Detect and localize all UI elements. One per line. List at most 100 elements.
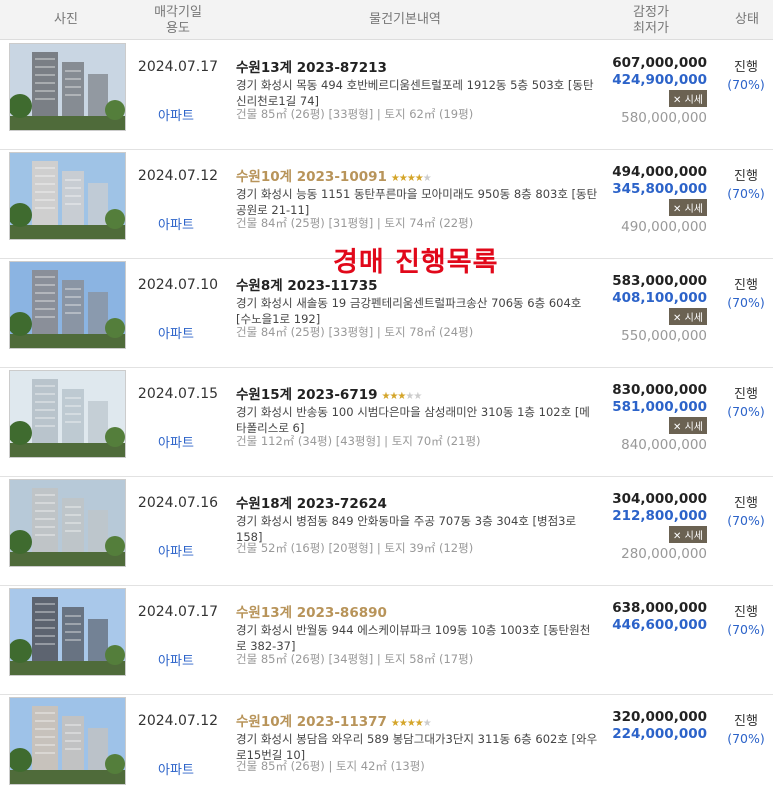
property-type-link[interactable]: 아파트 (128, 541, 224, 560)
property-photo[interactable] (9, 697, 126, 785)
status-block: 진행 (70%) (720, 168, 772, 202)
market-price-label: 시세 (684, 313, 703, 324)
case-number-link[interactable]: 수원18계 2023-72624 (236, 492, 600, 512)
minimum-price: 345,800,000 (612, 181, 707, 197)
property-info: 수원13계 2023-86890 경기 화성시 반월동 944 에스케이뷰파크 … (236, 601, 600, 654)
minimum-price: 424,900,000 (612, 72, 707, 88)
case-number-link[interactable]: 수원10계 2023-11377 ★★★★★ (236, 710, 600, 730)
property-photo[interactable] (9, 370, 126, 458)
property-address: 경기 화성시 반월동 944 에스케이뷰파크 109동 10층 1003호 [동… (236, 623, 591, 653)
property-photo[interactable] (9, 588, 126, 676)
property-address: 경기 화성시 새솔동 19 금강펜테리움센트럴파크송산 706동 6층 604호… (236, 296, 582, 326)
appraisal-price: 638,000,000 (612, 600, 707, 616)
market-price-badge[interactable]: ✕ 시세 (669, 90, 707, 107)
case-number[interactable]: 수원13계 2023-86890 (236, 605, 387, 621)
status-label: 진행 (734, 714, 758, 729)
price-block: 320,000,000 224,000,000 (605, 709, 707, 742)
case-number[interactable]: 수원18계 2023-72624 (236, 496, 387, 512)
table-row[interactable]: 2024.07.17 아파트 수원13계 2023-86890 경기 화성시 반… (0, 586, 773, 695)
property-type-link[interactable]: 아파트 (128, 650, 224, 669)
property-type-link[interactable]: 아파트 (128, 214, 224, 233)
market-price-label: 시세 (684, 531, 703, 542)
status-label: 진행 (734, 60, 758, 75)
status-percent: (70%) (727, 513, 765, 528)
property-address: 경기 화성시 목동 494 호반베르디움센트럴포레 1912동 5층 503호 … (236, 78, 594, 108)
status-label: 진행 (734, 496, 758, 511)
market-price-badge[interactable]: ✕ 시세 (669, 417, 707, 434)
status-percent: (70%) (727, 186, 765, 201)
property-type-link[interactable]: 아파트 (128, 323, 224, 342)
property-info: 수원8계 2023-11735 경기 화성시 새솔동 19 금강펜테리움센트럴파… (236, 274, 600, 327)
property-info: 수원13계 2023-87213 경기 화성시 목동 494 호반베르디움센트럴… (236, 56, 600, 109)
property-photo[interactable] (9, 43, 126, 131)
case-number-link[interactable]: 수원13계 2023-87213 (236, 56, 600, 76)
table-row[interactable]: 2024.07.16 아파트 수원18계 2023-72624 경기 화성시 병… (0, 477, 773, 586)
property-type-link[interactable]: 아파트 (128, 432, 224, 451)
table-row[interactable]: 2024.07.15 아파트 수원15계 2023-6719 ★★★★★ 경기 화… (0, 368, 773, 477)
appraisal-price: 304,000,000 (612, 491, 707, 507)
property-info: 수원15계 2023-6719 ★★★★★ 경기 화성시 반송동 100 시범다은… (236, 383, 600, 436)
case-number[interactable]: 수원13계 2023-87213 (236, 60, 387, 76)
sale-date: 2024.07.15 (137, 386, 219, 402)
property-photo[interactable] (9, 152, 126, 240)
area-info: 건물 85㎡ (26평) | 토지 42㎡ (13평) (236, 759, 425, 773)
property-photo[interactable] (9, 479, 126, 567)
sale-date: 2024.07.16 (137, 495, 219, 511)
property-info: 수원10계 2023-11377 ★★★★★ 경기 화성시 봉담읍 와우리 589… (236, 710, 600, 763)
apartment-photo-icon (10, 698, 125, 784)
minimum-price: 224,000,000 (612, 726, 707, 742)
property-info: 수원18계 2023-72624 경기 화성시 병점동 849 안화동마을 주공… (236, 492, 600, 545)
header-appraisal-label: 감정가 (633, 5, 669, 20)
market-price-badge[interactable]: ✕ 시세 (669, 526, 707, 543)
appraisal-price: 830,000,000 (612, 382, 707, 398)
header-type-label: 용도 (166, 21, 190, 36)
case-number[interactable]: 수원10계 2023-10091 (236, 169, 387, 185)
market-price-badge[interactable]: ✕ 시세 (669, 308, 707, 325)
property-type-link[interactable]: 아파트 (128, 105, 224, 124)
market-price-icon: ✕ (673, 204, 682, 215)
area-info: 건물 52㎡ (16평) [20평형] | 토지 39㎡ (12평) (236, 541, 474, 555)
market-price-badge[interactable]: ✕ 시세 (669, 199, 707, 216)
status-block: 진행 (70%) (720, 277, 772, 311)
market-price: 490,000,000 (621, 219, 707, 235)
price-block: 304,000,000 212,800,000 ✕ 시세 280,000,000 (605, 491, 707, 562)
table-row[interactable]: 2024.07.17 아파트 수원13계 2023-87213 경기 화성시 목… (0, 41, 773, 150)
rating-stars-icon: ★★★★★ (390, 173, 432, 184)
minimum-price: 408,100,000 (612, 290, 707, 306)
status-block: 진행 (70%) (720, 713, 772, 747)
market-price-icon: ✕ (673, 422, 682, 433)
market-price: 580,000,000 (621, 110, 707, 126)
status-percent: (70%) (727, 77, 765, 92)
case-number-link[interactable]: 수원15계 2023-6719 ★★★★★ (236, 383, 600, 403)
case-number[interactable]: 수원8계 2023-11735 (236, 278, 378, 294)
apartment-photo-icon (10, 153, 125, 239)
status-block: 진행 (70%) (720, 386, 772, 420)
case-number-link[interactable]: 수원10계 2023-10091 ★★★★★ (236, 165, 600, 185)
property-photo[interactable] (9, 261, 126, 349)
area-info: 건물 84㎡ (25평) [33평형] | 토지 78㎡ (24평) (236, 325, 474, 339)
status-block: 진행 (70%) (720, 59, 772, 93)
sale-date: 2024.07.17 (137, 604, 219, 620)
table-header: 사진 매각기일 용도 물건기본내역 감정가 최저가 상태 (0, 0, 773, 40)
property-type-link[interactable]: 아파트 (128, 759, 224, 778)
case-number[interactable]: 수원10계 2023-11377 (236, 714, 387, 730)
market-price-icon: ✕ (673, 531, 682, 542)
market-price-label: 시세 (684, 422, 703, 433)
market-price: 550,000,000 (621, 328, 707, 344)
status-label: 진행 (734, 278, 758, 293)
price-block: 830,000,000 581,000,000 ✕ 시세 840,000,000 (605, 382, 707, 453)
header-status: 상태 (735, 12, 759, 27)
table-row[interactable]: 2024.07.12 아파트 수원10계 2023-11377 ★★★★★ 경기 … (0, 695, 773, 786)
status-percent: (70%) (727, 731, 765, 746)
header-info: 물건기본내역 (369, 12, 441, 27)
apartment-photo-icon (10, 589, 125, 675)
header-minimum-label: 최저가 (633, 21, 669, 36)
status-block: 진행 (70%) (720, 495, 772, 529)
market-price: 840,000,000 (621, 437, 707, 453)
area-info: 건물 85㎡ (26평) [33평형] | 토지 62㎡ (19평) (236, 107, 474, 121)
area-info: 건물 84㎡ (25평) [31평형] | 토지 74㎡ (22평) (236, 216, 474, 230)
case-number[interactable]: 수원15계 2023-6719 (236, 387, 378, 403)
rating-stars-icon: ★★★★★ (381, 391, 423, 402)
area-info: 건물 112㎡ (34평) [43평형] | 토지 70㎡ (21평) (236, 434, 481, 448)
case-number-link[interactable]: 수원13계 2023-86890 (236, 601, 600, 621)
